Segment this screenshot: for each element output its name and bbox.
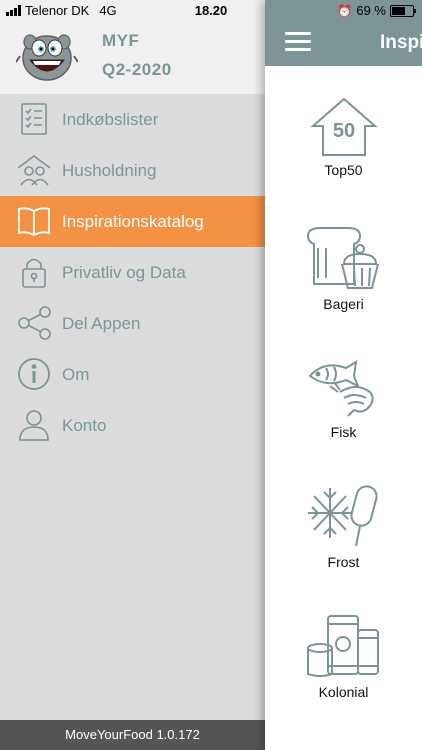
- menu-item-privacy[interactable]: Privatliv og Data: [0, 247, 265, 298]
- sidebar: MYF Q2-2020 Indkøbslister Husholdning In…: [0, 0, 265, 750]
- sidebar-menu: Indkøbslister Husholdning Inspirationska…: [0, 94, 265, 451]
- page-title: Inspirationskatalog: [380, 32, 422, 53]
- category-bakery[interactable]: Bageri: [265, 224, 422, 312]
- user-icon: [19, 410, 49, 441]
- category-label-top50: Top50: [324, 162, 363, 178]
- top50-icon: 50: [309, 97, 378, 156]
- menu-item-about[interactable]: Om: [0, 349, 265, 400]
- menu-item-inspiration-catalog[interactable]: Inspirationskatalog: [0, 196, 265, 247]
- menu-icon[interactable]: [285, 32, 311, 52]
- status-bar: Telenor DK 4G 18.20 ⏰ 69 %: [0, 0, 422, 22]
- menu-item-household[interactable]: Husholdning: [0, 145, 265, 196]
- menu-item-share-app[interactable]: Del Appen: [0, 298, 265, 349]
- menu-label-shopping-lists: Indkøbslister: [62, 109, 159, 129]
- menu-label-inspiration-catalog: Inspirationskatalog: [62, 211, 204, 231]
- category-label-canned-goods: Kolonial: [318, 684, 369, 700]
- battery-icon: [390, 4, 416, 17]
- carrier-label: Telenor DK: [25, 3, 90, 18]
- app-subtitle: Q2-2020: [102, 60, 172, 79]
- signal-icon: [6, 5, 21, 16]
- menu-label-household: Husholdning: [62, 160, 157, 180]
- canned-goods-icon: [306, 615, 379, 677]
- category-canned-goods[interactable]: Kolonial: [265, 610, 422, 700]
- mascot-avatar: [16, 34, 78, 81]
- frost-icon: [307, 485, 378, 547]
- app-version: MoveYourFood 1.0.172: [0, 720, 265, 750]
- fish-icon: [308, 360, 374, 417]
- share-icon: [18, 306, 51, 340]
- checklist-icon: [21, 103, 47, 135]
- household-icon: [17, 155, 51, 186]
- category-label-frost: Frost: [327, 554, 360, 570]
- menu-item-account[interactable]: Konto: [0, 400, 265, 451]
- network-label: 4G: [99, 3, 117, 18]
- main-panel: Inspirationskatalog 50 Top50 Bageri Fisk: [265, 0, 422, 750]
- app-title: MYF: [102, 31, 140, 50]
- alarm-icon: ⏰: [337, 3, 353, 18]
- book-icon: [18, 207, 50, 237]
- menu-label-share-app: Del Appen: [62, 313, 141, 333]
- battery-label: 69 %: [356, 3, 386, 18]
- menu-label-account: Konto: [62, 415, 107, 435]
- menu-label-about: Om: [62, 364, 90, 384]
- top50-badge: 50: [332, 120, 354, 142]
- menu-label-privacy: Privatliv og Data: [62, 262, 186, 282]
- category-label-fish: Fisk: [330, 424, 357, 440]
- category-fish[interactable]: Fisk: [265, 352, 422, 440]
- category-label-bakery: Bageri: [323, 296, 364, 312]
- info-icon: [18, 358, 50, 390]
- category-frost[interactable]: Frost: [265, 482, 422, 570]
- category-top50[interactable]: 50 Top50: [265, 96, 422, 178]
- bakery-icon: [306, 227, 379, 289]
- menu-item-shopping-lists[interactable]: Indkøbslister: [0, 94, 265, 145]
- lock-icon: [22, 258, 46, 288]
